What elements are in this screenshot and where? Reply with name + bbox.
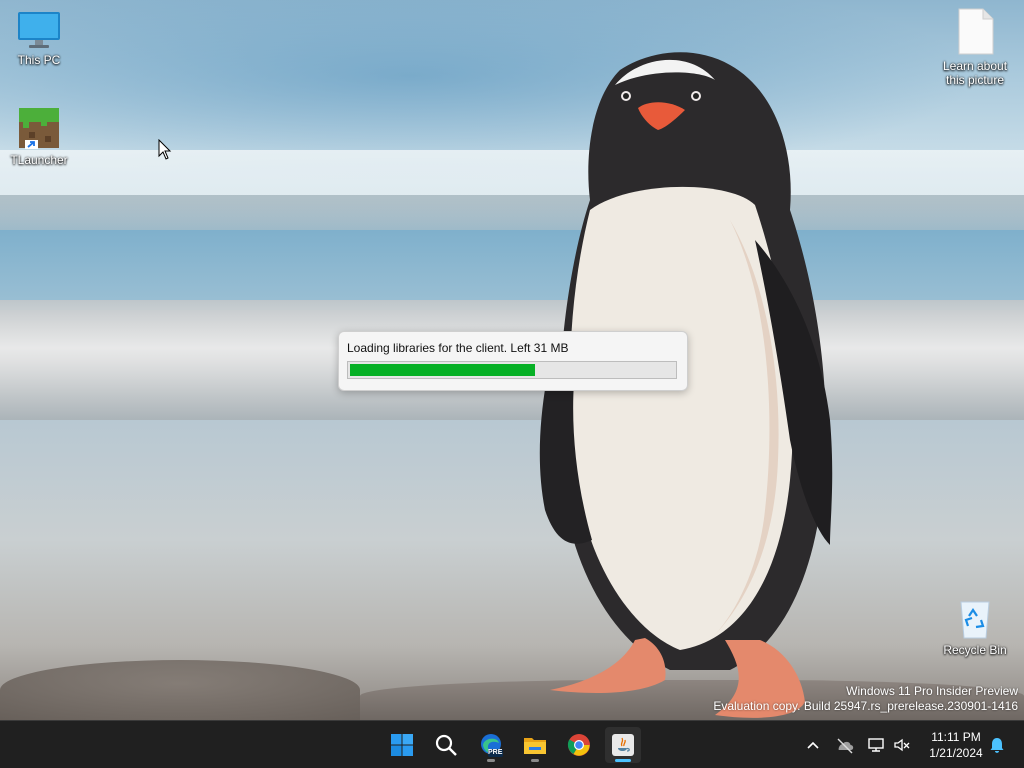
chevron-up-icon[interactable] [803,735,823,755]
volume-muted-icon[interactable] [892,735,912,755]
taskbar: PRE 11:11 PM 1/21/2024 [0,720,1024,768]
start-icon [391,734,413,756]
file-explorer-button[interactable] [517,727,553,763]
recycle-bin-icon [960,601,990,639]
desktop-icon-label: Recycle Bin [943,643,1007,657]
java-button[interactable] [605,727,641,763]
java-icon [612,734,634,756]
running-indicator [487,759,495,762]
running-indicator [531,759,539,762]
watermark-line-1: Windows 11 Pro Insider Preview [846,684,1018,698]
progress-bar-fill [350,364,535,376]
file-explorer-icon [524,738,546,754]
mouse-cursor-icon [158,139,172,160]
running-indicator [615,759,631,762]
desktop-icon-label: This PC [17,53,61,67]
monitor-icon [18,12,60,48]
watermark-line-2: Evaluation copy. Build 25947.rs_prerelea… [713,699,1018,713]
document-icon [958,8,994,55]
search-icon [435,734,457,756]
edge-preview-badge: PRE [488,749,503,756]
desktop-icon-label: TLauncher [10,153,68,167]
tlauncher-grass-block-icon [19,108,59,149]
onedrive-offline-icon[interactable] [835,735,855,755]
clock-time: 11:11 PM [931,730,981,744]
start-button[interactable] [384,727,420,763]
desktop-icon-learn-about-picture[interactable]: Learn about this picture [939,8,1011,87]
desktop-icon-recycle-bin[interactable]: Recycle Bin [939,598,1011,657]
network-icon[interactable] [866,735,886,755]
clock[interactable]: 11:11 PM 1/21/2024 [918,729,994,761]
edge-preview-button[interactable]: PRE [473,727,509,763]
chrome-button[interactable] [561,727,597,763]
loading-message: Loading libraries for the client. Left 3… [347,341,569,355]
chrome-icon [567,734,590,756]
loading-dialog: Loading libraries for the client. Left 3… [338,331,688,391]
desktop-icon-label: Learn about this picture [942,59,1008,87]
desktop-icon-tlauncher[interactable]: TLauncher [3,106,75,167]
windows-watermark: Windows 11 Pro Insider Preview Evaluatio… [713,684,1018,714]
desktop-icon-this-pc[interactable]: This PC [3,10,75,67]
clock-date: 1/21/2024 [929,746,983,760]
progress-bar [347,361,677,379]
notification-bell-icon[interactable] [987,735,1007,755]
search-button[interactable] [428,727,464,763]
